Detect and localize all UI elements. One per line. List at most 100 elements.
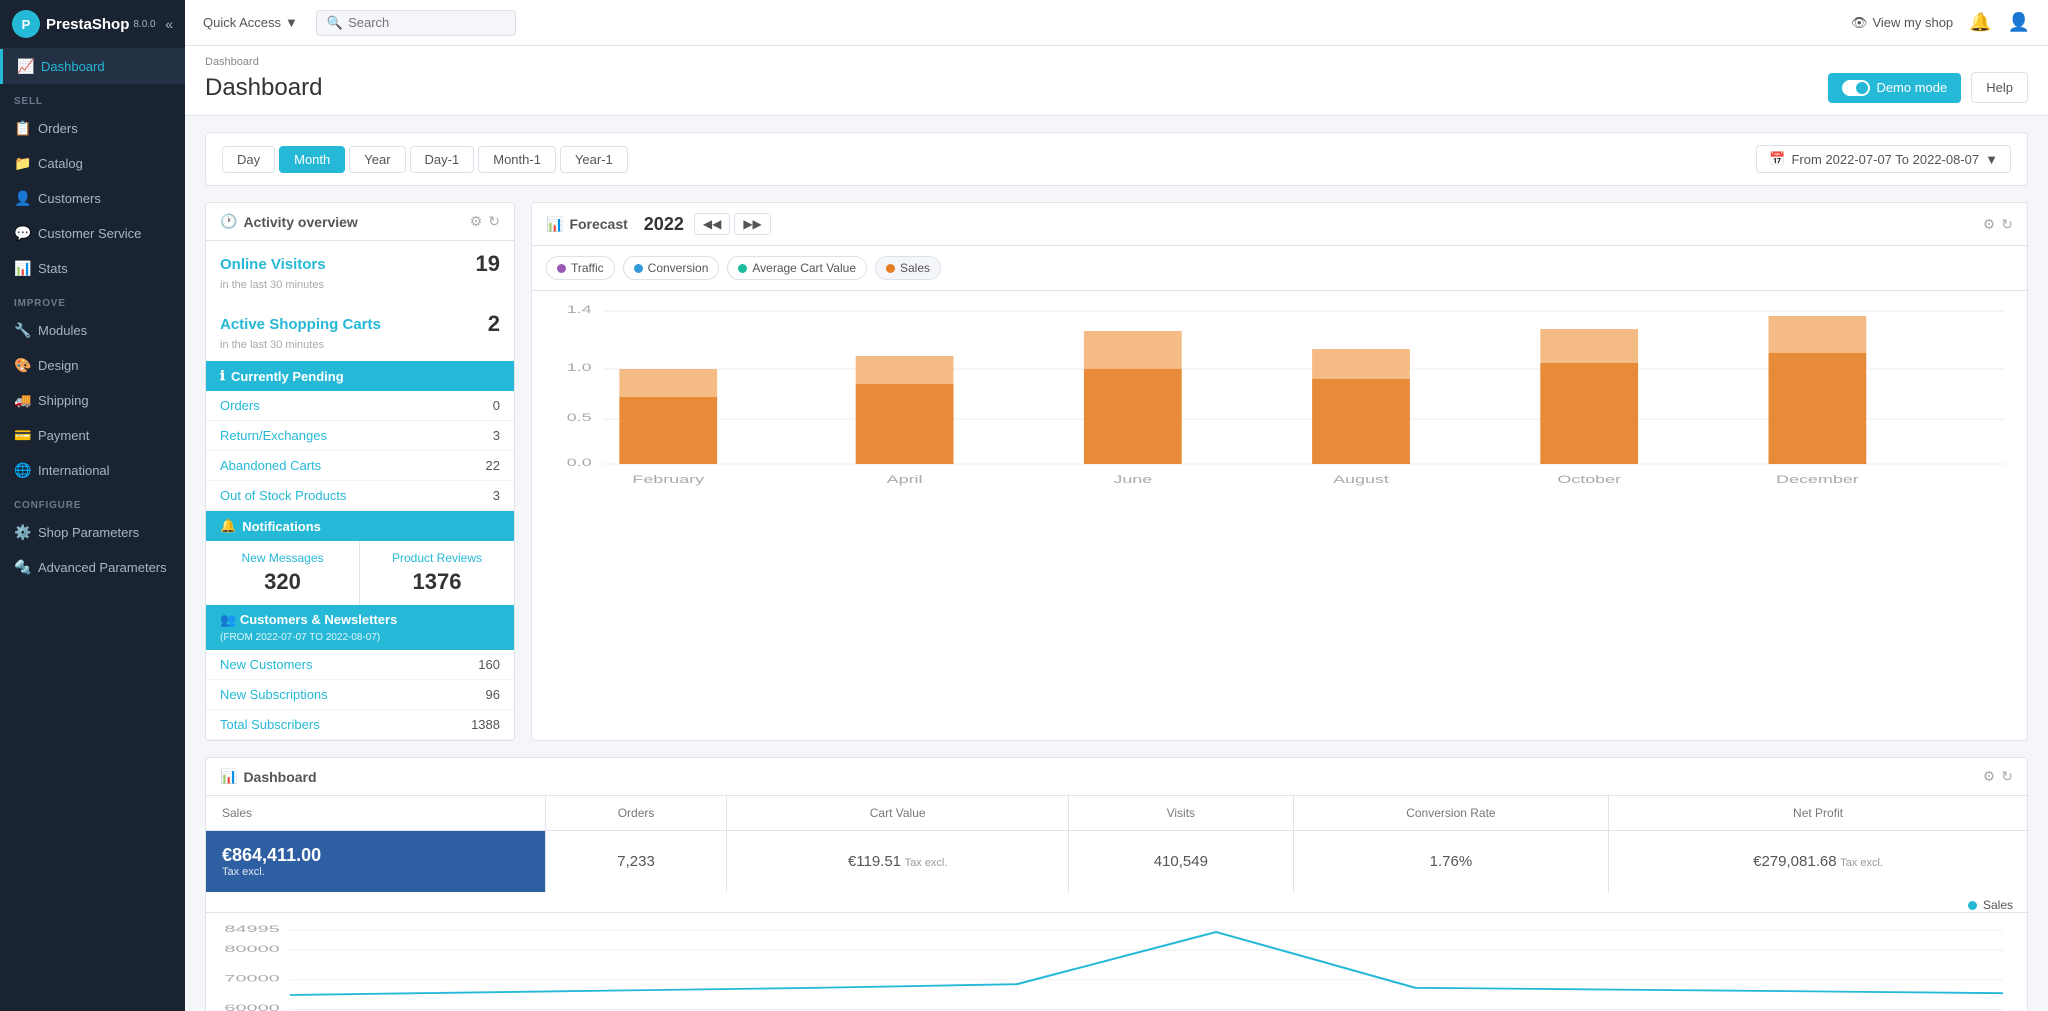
visits-value: 410,549	[1154, 853, 1208, 870]
sidebar-item-customers[interactable]: 👤 Customers	[0, 181, 185, 216]
date-tab-group: Day Month Year Day-1 Month-1 Year-1	[222, 146, 628, 173]
sidebar-item-dashboard[interactable]: 📈 Dashboard	[0, 49, 185, 84]
svg-text:70000: 70000	[224, 974, 279, 984]
new-messages-label: New Messages	[216, 551, 349, 565]
notifications-label: Notifications	[242, 519, 321, 534]
tab-year-1[interactable]: Year-1	[560, 146, 628, 173]
date-range-picker-button[interactable]: 📅 From 2022-07-07 To 2022-08-07 ▼	[1756, 145, 2011, 173]
new-messages-cell: New Messages 320	[206, 541, 360, 605]
svg-text:April: April	[887, 474, 923, 486]
svg-text:August: August	[1333, 474, 1390, 486]
pending-stock-link[interactable]: Out of Stock Products	[220, 488, 346, 503]
tab-day-1[interactable]: Day-1	[410, 146, 475, 173]
forecast-title: 📊 Forecast	[546, 216, 628, 233]
new-customers-row: New Customers 160	[206, 650, 514, 680]
pending-carts-link[interactable]: Abandoned Carts	[220, 458, 321, 473]
sales-value: €864,411.00	[222, 845, 529, 866]
new-customers-link[interactable]: New Customers	[220, 657, 312, 672]
active-carts-value: 2	[488, 311, 500, 337]
sidebar-item-stats[interactable]: 📊 Stats	[0, 251, 185, 286]
view-my-shop-link[interactable]: 👁 View my shop	[1851, 15, 1953, 31]
legend-sales[interactable]: Sales	[875, 256, 941, 280]
col-orders: Orders	[545, 796, 727, 831]
svg-text:1.4: 1.4	[567, 304, 592, 316]
international-icon: 🌐	[14, 462, 30, 479]
tab-day[interactable]: Day	[222, 146, 275, 173]
notifications-bell-icon[interactable]: 🔔	[1969, 12, 1991, 33]
forecast-card: 📊 Forecast 2022 ◀◀ ▶▶ ⚙ ↻	[531, 202, 2028, 741]
forecast-prev-button[interactable]: ◀◀	[694, 213, 730, 235]
sidebar-collapse-button[interactable]: «	[165, 16, 173, 32]
sidebar-item-customer-service[interactable]: 💬 Customer Service	[0, 216, 185, 251]
help-button[interactable]: Help	[1971, 72, 2028, 103]
legend-conversion[interactable]: Conversion	[623, 256, 720, 280]
svg-text:84995: 84995	[224, 924, 279, 934]
sidebar-item-orders[interactable]: 📋 Orders	[0, 111, 185, 146]
forecast-refresh-icon[interactable]: ↻	[2001, 216, 2013, 233]
pending-carts-count: 22	[486, 458, 500, 473]
forecast-next-button[interactable]: ▶▶	[734, 213, 770, 235]
notifications-header: 🔔 Notifications	[206, 511, 514, 541]
activity-settings-icon[interactable]: ⚙	[470, 213, 483, 230]
sidebar-section-configure: CONFIGURE	[0, 488, 185, 515]
pending-returns-link[interactable]: Return/Exchanges	[220, 428, 327, 443]
total-subscribers-link[interactable]: Total Subscribers	[220, 717, 320, 732]
forecast-navigation: ◀◀ ▶▶	[694, 213, 771, 235]
conversion-label: Conversion	[648, 261, 709, 275]
stats-icon: 📊	[14, 260, 30, 277]
app-version: 8.0.0	[133, 19, 155, 30]
advanced-parameters-icon: 🔩	[14, 559, 30, 576]
view-shop-label: View my shop	[1872, 15, 1953, 30]
sidebar-item-international[interactable]: 🌐 International	[0, 453, 185, 488]
forecast-chart: 1.4 1.0 0.5 0.0	[532, 291, 2027, 511]
sidebar-item-modules[interactable]: 🔧 Modules	[0, 313, 185, 348]
dashboard-icon: 📈	[17, 58, 33, 75]
forecast-header: 📊 Forecast 2022 ◀◀ ▶▶ ⚙ ↻	[532, 203, 2027, 246]
sales-legend-dot	[1968, 901, 1977, 910]
sidebar-item-label: Dashboard	[41, 59, 105, 74]
col-net-profit: Net Profit	[1609, 796, 2027, 831]
sidebar-item-label: Stats	[38, 261, 68, 276]
page-title-actions: Demo mode Help	[1828, 72, 2028, 103]
new-customers-count: 160	[478, 657, 500, 672]
quick-access-button[interactable]: Quick Access ▼	[203, 15, 298, 30]
demo-mode-button[interactable]: Demo mode	[1828, 73, 1961, 103]
sidebar-item-shipping[interactable]: 🚚 Shipping	[0, 383, 185, 418]
sidebar-item-shop-parameters[interactable]: ⚙️ Shop Parameters	[0, 515, 185, 550]
online-visitors-row: Online Visitors 19	[206, 241, 514, 279]
pending-returns-row: Return/Exchanges 3	[206, 421, 514, 451]
shipping-icon: 🚚	[14, 392, 30, 409]
user-account-icon[interactable]: 👤	[2008, 12, 2030, 33]
pending-carts-row: Abandoned Carts 22	[206, 451, 514, 481]
orders-value-cell: 7,233	[545, 831, 727, 893]
stats-refresh-icon[interactable]: ↻	[2001, 768, 2013, 785]
tab-month-1[interactable]: Month-1	[478, 146, 556, 173]
cart-tax-label: Tax excl.	[905, 857, 948, 869]
sidebar-item-payment[interactable]: 💳 Payment	[0, 418, 185, 453]
sidebar-item-design[interactable]: 🎨 Design	[0, 348, 185, 383]
sidebar-item-catalog[interactable]: 📁 Catalog	[0, 146, 185, 181]
forecast-settings-icon[interactable]: ⚙	[1983, 216, 1996, 233]
bottom-sales-chart: 84995 80000 70000 60000	[206, 912, 2027, 1011]
sales-dot	[886, 264, 895, 273]
conversion-dot	[634, 264, 643, 273]
new-subscriptions-link[interactable]: New Subscriptions	[220, 687, 328, 702]
currently-pending-header: ℹ Currently Pending	[206, 361, 514, 391]
stats-settings-icon[interactable]: ⚙	[1983, 768, 1996, 785]
stats-table-header-row: Sales Orders Cart Value Visits Conversio…	[206, 796, 2027, 831]
date-tabs-bar: Day Month Year Day-1 Month-1 Year-1 📅 Fr…	[205, 132, 2028, 186]
legend-avg-cart[interactable]: Average Cart Value	[727, 256, 867, 280]
sidebar-item-advanced-parameters[interactable]: 🔩 Advanced Parameters	[0, 550, 185, 585]
activity-refresh-icon[interactable]: ↻	[488, 213, 500, 230]
sidebar-logo: P PrestaShop 8.0.0 «	[0, 0, 185, 49]
search-input[interactable]	[348, 15, 498, 30]
shop-parameters-icon: ⚙️	[14, 524, 30, 541]
online-visitors-label: Online Visitors	[220, 256, 326, 273]
col-cart-value: Cart Value	[727, 796, 1069, 831]
legend-traffic[interactable]: Traffic	[546, 256, 615, 280]
tab-year[interactable]: Year	[349, 146, 405, 173]
pending-orders-link[interactable]: Orders	[220, 398, 260, 413]
sidebar-item-label: Customers	[38, 191, 101, 206]
tab-month[interactable]: Month	[279, 146, 345, 173]
conversion-rate-cell: 1.76%	[1293, 831, 1608, 893]
